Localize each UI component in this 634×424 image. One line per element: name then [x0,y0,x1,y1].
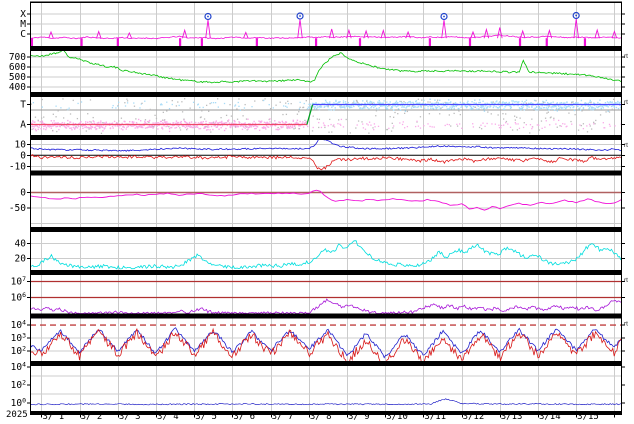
y-axis-labels-low-energy-proton-flux: 104 102 100 [11,361,625,410]
x-axis-date-label: 3/ 1 [42,412,64,422]
realtime-flag-solar-wind-speed: rt [624,53,628,60]
svg-text:10: 10 [15,139,27,150]
x-axis-date-label: 3/ 3 [119,412,141,422]
svg-text:20: 20 [15,254,27,265]
v-gridlines [41,96,615,136]
data-gap-bars [30,38,587,47]
svg-text:107: 107 [11,275,26,288]
svg-text:T: T [20,100,26,111]
x-axis-date-label: 3/ 8 [310,412,332,422]
svg-text:-10: -10 [9,162,26,173]
svg-text:400: 400 [9,82,26,93]
realtime-flag-imf-sector: rt [624,99,628,106]
v-gridlines [41,175,615,228]
y-axis-labels-dst-index: 0-50 [9,188,625,214]
svg-text:40: 40 [15,239,27,250]
svg-text:C: C [20,29,26,40]
x-axis-year-label: 2025 [6,410,28,420]
x-axis-date-label: 3/ 9 [348,412,370,422]
panel-electron-flux [30,318,622,362]
panel-border [30,274,622,315]
x-axis-date-label: 3/ 5 [195,412,217,422]
svg-text:102: 102 [11,345,26,358]
panel-border [30,365,622,412]
panel-solar-wind-speed [30,50,622,93]
y-axis-labels-proton-flux: 107106 [11,275,625,304]
flare-spikes [48,18,618,39]
panel-border [30,174,622,228]
x-axis-date-label: 3/ 2 [81,412,103,422]
svg-text:-50: -50 [9,203,26,214]
x-axis-date-label: 3/10 [386,412,408,422]
panel-imf-sector [30,96,622,136]
svg-text:106: 106 [11,291,26,304]
solar-terrestrial-activity-chart: X M C 700 600 500 400 rt T Art 10 0 -10 rt 0 -50 40 20 107… [0,0,634,424]
x-axis-date-label: 3/12 [463,412,485,422]
v-gridlines [41,365,615,412]
panel-solar-wind-density [30,231,622,271]
svg-text:102: 102 [11,379,26,392]
x-axis-date-label: 3/ 7 [272,412,294,422]
x-axis-date-label: 3/11 [424,412,446,422]
x-axis-date-label: 3/14 [539,412,561,422]
x-axis-date-label: 3/ 6 [233,412,255,422]
realtime-flag-electron-flux: rt [624,321,628,328]
realtime-flag-imf-bz-bt: rt [624,142,628,149]
realtime-flag-proton-flux: rt [624,277,628,284]
panel-imf-bz-bt [30,139,622,171]
svg-text:0: 0 [20,151,26,162]
svg-text:A: A [20,120,26,131]
panel-dst-index [30,175,622,228]
chart-canvas: XMC700600500400rtTArt100-10rt0-504020107… [9,1,628,422]
svg-text:104: 104 [11,361,26,374]
svg-text:104: 104 [11,319,26,332]
panel-low-energy-proton-flux [30,365,622,412]
svg-text:100: 100 [11,397,26,410]
x-axis-date-label: 3/ 4 [157,412,179,422]
svg-text:103: 103 [11,332,26,345]
panel-proton-flux [30,274,622,314]
v-gridlines [41,274,615,314]
svg-text:0: 0 [20,188,26,199]
y-axis-labels-solar-wind-density: 4020 [15,239,625,265]
panel-xray-flux [30,2,622,47]
x-axis-date-label: 3/15 [577,412,599,422]
x-axis-date-label: 3/13 [501,412,523,422]
